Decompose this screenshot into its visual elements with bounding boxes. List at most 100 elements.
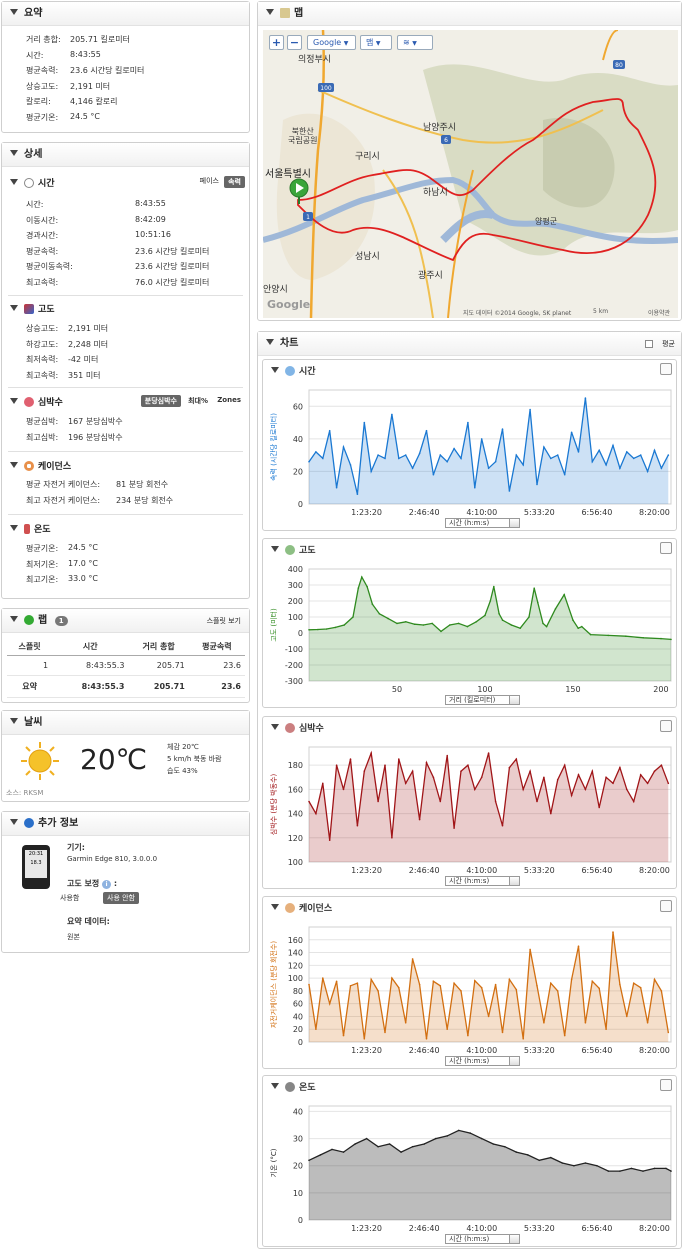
x-axis-select[interactable]: 시간 (h:m:s) — [445, 1056, 520, 1066]
extra-info-header[interactable]: 추가 정보 — [2, 812, 249, 836]
x-axis-select[interactable]: 시간 (h:m:s) — [445, 1234, 520, 1244]
y-tick-label: 40 — [293, 1107, 303, 1116]
data-point — [396, 622, 398, 625]
collapse-icon[interactable] — [10, 718, 18, 724]
place-label: 남양주시 — [423, 123, 457, 133]
expand-icon[interactable] — [660, 900, 672, 912]
collapse-icon[interactable] — [271, 546, 279, 552]
detail-header[interactable]: 상세 — [2, 143, 249, 167]
expand-icon[interactable] — [660, 1079, 672, 1091]
collapse-icon[interactable] — [266, 9, 274, 15]
col-speed[interactable]: 평균속력 — [188, 638, 245, 656]
x-axis-label: 시간 (h:m:s) — [449, 877, 490, 885]
heart-section-header[interactable]: 심박수 분당심박수 최대% Zones — [2, 395, 249, 408]
collapse-icon[interactable] — [10, 150, 18, 156]
zones-toggle[interactable]: Zones — [213, 395, 245, 405]
average-checkbox[interactable] — [645, 340, 653, 348]
layers-button[interactable]: ≋ ▼ — [397, 35, 433, 50]
time-section-header[interactable]: 시간 페이스 속력 — [2, 176, 249, 189]
data-point — [370, 470, 372, 473]
collapse-icon[interactable] — [10, 179, 18, 185]
zoom-out-button[interactable]: − — [287, 35, 302, 50]
summary-value: 24.5 °C — [70, 111, 100, 121]
collapse-icon[interactable] — [271, 724, 279, 730]
col-time[interactable]: 시간 — [52, 638, 129, 656]
collapse-icon[interactable] — [10, 305, 18, 311]
heart-rate-area — [309, 753, 669, 862]
table-row[interactable]: 1 8:43:55.3 205.71 23.6 — [7, 655, 245, 676]
map-type-label: 맵 — [366, 38, 374, 47]
data-point — [508, 490, 511, 492]
map-provider-select[interactable]: Google ▼ — [307, 35, 356, 50]
collapse-icon[interactable] — [271, 1083, 279, 1089]
elevation-chart-header[interactable]: 고도 — [271, 543, 316, 556]
data-point — [529, 948, 531, 951]
max-percent-toggle[interactable]: 최대% — [184, 395, 212, 407]
expand-icon[interactable] — [660, 363, 672, 375]
data-point — [308, 1159, 310, 1162]
data-point — [349, 758, 352, 760]
expand-icon[interactable] — [660, 720, 672, 732]
laps-header[interactable]: 랩 1 스플릿 보기 — [2, 609, 249, 633]
device-image: 20:31 18.3 — [22, 845, 50, 889]
elev-corr-not-use[interactable]: 사용 안함 — [103, 892, 139, 904]
map-title: 맵 — [294, 8, 304, 19]
help-icon[interactable]: i — [102, 880, 112, 889]
map-type-select[interactable]: 맵 ▼ — [360, 35, 392, 50]
data-point — [639, 986, 642, 989]
bpm-toggle[interactable]: 분당심박수 — [140, 395, 181, 407]
summary-header[interactable]: 요약 — [2, 2, 249, 26]
x-axis-select[interactable]: 시간 (h:m:s) — [445, 876, 520, 886]
elevation-section-header[interactable]: 고도 — [2, 302, 249, 315]
collapse-icon[interactable] — [10, 819, 18, 825]
map-terms-link[interactable]: 이용약관 — [648, 308, 670, 317]
heart-rate-chart[interactable]: 100 120 140 160 180 1:23:20 2:46:40 4:10:00 5:33… — [263, 739, 676, 890]
zoom-in-button[interactable]: + — [269, 35, 284, 50]
heart-title: 심박수 — [38, 398, 63, 408]
x-axis-select[interactable]: 거리 (킬로미터) — [445, 695, 520, 705]
data-point — [365, 1137, 368, 1140]
expand-icon[interactable] — [660, 542, 672, 554]
weather-header[interactable]: 날씨 — [2, 711, 249, 735]
map-canvas[interactable]: 100 80 6 1 의정부시 남양주시 북한산 국립공원 구리시 서울특별시 … — [263, 30, 678, 318]
collapse-icon[interactable] — [271, 367, 279, 373]
heart-rate-chart-header[interactable]: 심박수 — [271, 721, 324, 734]
speed-toggle[interactable]: 속력 — [224, 176, 245, 188]
temperature-chart-header[interactable]: 온도 — [271, 1080, 316, 1093]
data-point — [619, 467, 621, 469]
cell-time: 8:43:55.3 — [52, 655, 129, 676]
data-point — [653, 978, 656, 981]
detail.temperature-value: 33.0 °C — [68, 574, 98, 583]
collapse-icon[interactable] — [10, 462, 18, 468]
pace-toggle[interactable]: 페이스 — [200, 176, 219, 186]
charts-header[interactable]: 차트 평균 — [258, 332, 681, 356]
elev-corr-use[interactable]: 사용함 — [60, 893, 79, 903]
collapse-icon[interactable] — [10, 9, 18, 15]
split-view-link[interactable]: 스플릿 보기 — [207, 609, 241, 633]
cadence-chart[interactable]: 0 20 40 60 80 100 120 140 160 1:23:20 2:46:40 4:10:… — [263, 919, 676, 1070]
collapse-icon[interactable] — [266, 339, 274, 345]
data-point — [377, 800, 379, 803]
x-axis-select[interactable]: 시간 (h:m:s) — [445, 518, 520, 528]
data-point — [515, 988, 518, 991]
collapse-icon[interactable] — [10, 398, 18, 404]
speed-chart[interactable]: 0 20 40 60 1:23:20 2:46:40 4:10:00 5:33:20 6:56:… — [263, 382, 676, 532]
col-split[interactable]: 스플릿 — [7, 638, 53, 656]
data-point — [501, 619, 504, 621]
speed-chart-header[interactable]: 시간 — [271, 364, 316, 377]
map-header[interactable]: 맵 — [258, 2, 681, 26]
temperature-chart[interactable]: 0 10 20 30 40 1:23:20 2:46:40 4:10:00 5:33:20 6:5… — [263, 1098, 676, 1248]
data-point — [596, 1164, 598, 1167]
collapse-icon[interactable] — [10, 616, 18, 622]
collapse-icon[interactable] — [10, 525, 18, 531]
cadence-chart-header[interactable]: 케이던스 — [271, 901, 332, 914]
data-point — [501, 428, 504, 430]
data-point — [469, 1132, 471, 1134]
elevation-chart[interactable]: -300 -200 -100 0 100 200 300 400 50 100 150 200 고도 (… — [263, 561, 676, 709]
y-axis-label: 자전거케이던스 (분당 회전수) — [269, 941, 278, 1028]
temperature-section-header[interactable]: 온도 — [2, 522, 249, 535]
col-distance[interactable]: 거리 총합 — [128, 638, 189, 656]
cadence-section-header[interactable]: 케이던스 — [2, 459, 249, 472]
detail.cadence-value: 234 분당 회전수 — [116, 495, 174, 505]
collapse-icon[interactable] — [271, 904, 279, 910]
